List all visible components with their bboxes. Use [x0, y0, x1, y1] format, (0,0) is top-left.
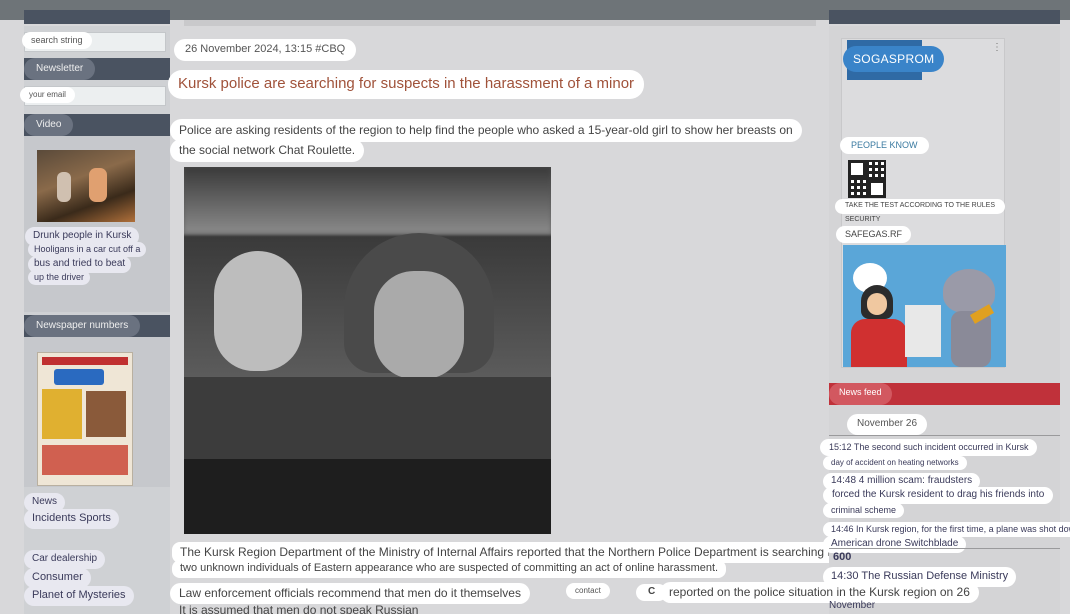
- feed-divider: [829, 435, 1060, 436]
- newsletter-header: Newsletter: [24, 58, 170, 80]
- feed-item-5-sub2[interactable]: November: [829, 600, 875, 613]
- search-input[interactable]: search string: [22, 32, 92, 50]
- ad-illustration[interactable]: [843, 245, 1006, 367]
- news-feed-label: News feed: [829, 383, 892, 405]
- feed-item-2-sub[interactable]: forced the Kursk resident to drag his fr…: [823, 487, 1054, 504]
- qr-code-icon: [848, 160, 886, 198]
- top-strip: [184, 20, 816, 26]
- video-teaser-1[interactable]: Hooligans in a car cut off a: [28, 242, 147, 258]
- feed-item-2-sub2[interactable]: criminal scheme: [823, 503, 905, 519]
- feed-divider: [829, 548, 1060, 549]
- contact-button[interactable]: contact: [566, 583, 610, 599]
- car-dealership-link[interactable]: Car dealership: [24, 550, 106, 569]
- article-meta: 26 November 2024, 13:15 #CBQ: [174, 39, 357, 61]
- consumer-link[interactable]: Consumer: [24, 568, 91, 588]
- sogasprom-logo[interactable]: SOGASPROM: [843, 46, 945, 72]
- wolf-body-shape: [951, 311, 991, 367]
- feed-item-5-sub[interactable]: reported on the police situation in the …: [660, 582, 979, 603]
- article-title: Kursk police are searching for suspects …: [168, 70, 645, 99]
- cover-stripe: [42, 357, 128, 365]
- newspaper-header: Newspaper numbers: [24, 315, 170, 337]
- video-thumbnail[interactable]: [37, 150, 135, 222]
- cover-block: [42, 445, 128, 475]
- face-shape: [374, 271, 464, 379]
- test-text: TAKE THE TEST ACCORDING TO THE RULES: [835, 199, 1006, 214]
- photo-blur-top: [184, 167, 551, 233]
- face-shape: [214, 251, 302, 371]
- cover-photo: [86, 391, 126, 437]
- article-body-3: Law enforcement officials recommend that…: [170, 583, 530, 604]
- cover-logo: [54, 369, 104, 385]
- stove-shape: [905, 305, 941, 357]
- incidents-sports-link[interactable]: Incidents Sports: [24, 509, 119, 529]
- article-body-2: two unknown individuals of Eastern appea…: [172, 560, 727, 578]
- figure-shape: [89, 168, 107, 202]
- email-input[interactable]: your email: [20, 87, 75, 103]
- figure-shape: [57, 172, 71, 202]
- safegas-link[interactable]: SAFEGAS.RF: [836, 226, 912, 244]
- date-label: November 26: [847, 414, 928, 435]
- article-photo[interactable]: [184, 167, 551, 534]
- more-icon[interactable]: ⋮: [992, 42, 1002, 55]
- article-body-4: It is assumed that men do not speak Russ…: [179, 603, 419, 614]
- planet-mysteries-link[interactable]: Planet of Mysteries: [24, 586, 134, 606]
- feed-item-1-sub[interactable]: day of accident on heating networks: [823, 456, 967, 470]
- face-shape: [867, 293, 887, 315]
- newspaper-label: Newspaper numbers: [24, 315, 141, 337]
- security-text: SECURITY: [845, 216, 881, 223]
- feed-item-1-title[interactable]: 15:12 The second such incident occurred …: [820, 439, 1038, 457]
- people-know-label: PEOPLE KNOW: [840, 137, 929, 155]
- newsletter-label: Newsletter: [24, 58, 96, 80]
- cover-block: [42, 389, 82, 439]
- right-top-header: [829, 10, 1060, 24]
- body-shape: [851, 319, 907, 367]
- feed-item-3-title[interactable]: 14:46 In Kursk region, for the first tim…: [823, 522, 1070, 538]
- feed-item-4-title[interactable]: 600: [833, 551, 851, 565]
- left-top-header: [24, 10, 170, 24]
- article-lead-2: the social network Chat Roulette.: [170, 139, 365, 162]
- video-header: Video: [24, 114, 170, 136]
- video-label: Video: [24, 114, 74, 136]
- photo-blur-bottom: [184, 459, 551, 534]
- newspaper-cover[interactable]: [37, 352, 133, 486]
- video-teaser-3[interactable]: up the driver: [28, 270, 91, 286]
- clothing-shape: [184, 377, 551, 459]
